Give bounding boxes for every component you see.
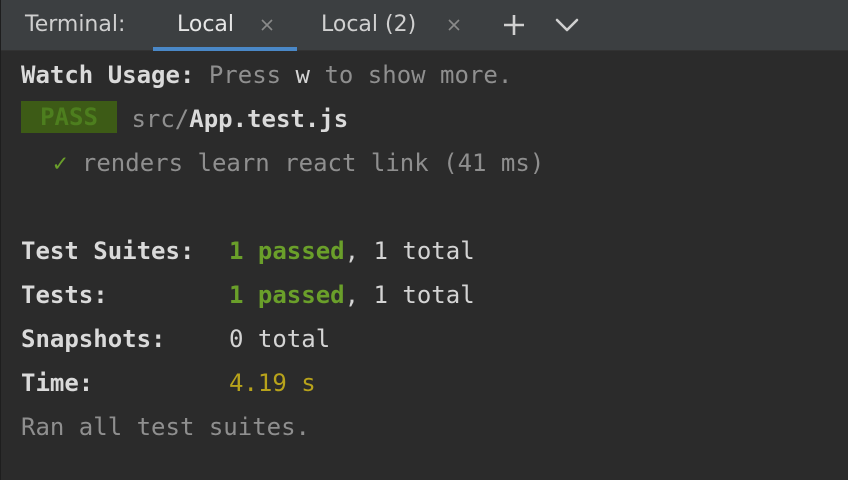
time-value: 4.19 s (229, 369, 316, 397)
summary-suites-line: Test Suites: 1 passed, 1 total (21, 229, 475, 273)
test-result-line: PASS src/App.test.js (21, 97, 348, 141)
summary-snapshots-line: Snapshots: 0 total (21, 317, 330, 361)
check-icon: ✓ (53, 149, 68, 177)
passed-count: 1 passed (229, 237, 345, 265)
test-case-name: renders learn react link (41 ms) (81, 149, 545, 177)
total-count: 1 total (373, 281, 475, 309)
watch-usage-press: Press (208, 61, 282, 89)
total-count: 0 total (229, 325, 331, 353)
summary-label: Tests: (21, 281, 108, 309)
chevron-down-icon[interactable] (552, 10, 582, 40)
tab-local[interactable]: Local (153, 0, 297, 51)
summary-label: Snapshots: (21, 325, 166, 353)
terminal-tab-bar: Terminal: Local Local (2) (1, 0, 848, 51)
test-file-dir: src/ (131, 105, 190, 133)
close-icon[interactable] (441, 12, 467, 38)
summary-label: Test Suites: (21, 237, 195, 265)
pass-badge: PASS (21, 101, 117, 133)
passed-count: 1 passed (229, 281, 345, 309)
test-file-name: App.test.js (189, 105, 349, 133)
summary-tests-line: Tests: 1 passed, 1 total (21, 273, 475, 317)
watch-usage-key: w (295, 61, 310, 89)
separator: , (344, 237, 360, 265)
total-count: 1 total (373, 237, 475, 265)
plus-icon[interactable] (499, 10, 529, 40)
tab-local-2[interactable]: Local (2) (299, 0, 475, 50)
test-case-line: ✓ renders learn react link (41 ms) (21, 141, 544, 185)
summary-label: Time: (21, 369, 94, 397)
active-tab-indicator (153, 47, 297, 51)
tool-window-title: Terminal: (25, 12, 126, 37)
tab-label: Local (177, 12, 235, 37)
watch-usage-line: Watch Usage: Press w to show more. (21, 53, 512, 97)
watch-usage-label: Watch Usage: (21, 61, 195, 89)
close-icon[interactable] (254, 12, 280, 38)
terminal-window: Terminal: Local Local (2) Watch Usage: P… (0, 0, 848, 480)
tab-label: Local (2) (321, 12, 417, 37)
watch-usage-hint: to show more. (324, 61, 513, 89)
ran-all-line: Ran all test suites. (21, 413, 310, 441)
separator: , (344, 281, 360, 309)
summary-time-line: Time: 4.19 s (21, 361, 316, 405)
